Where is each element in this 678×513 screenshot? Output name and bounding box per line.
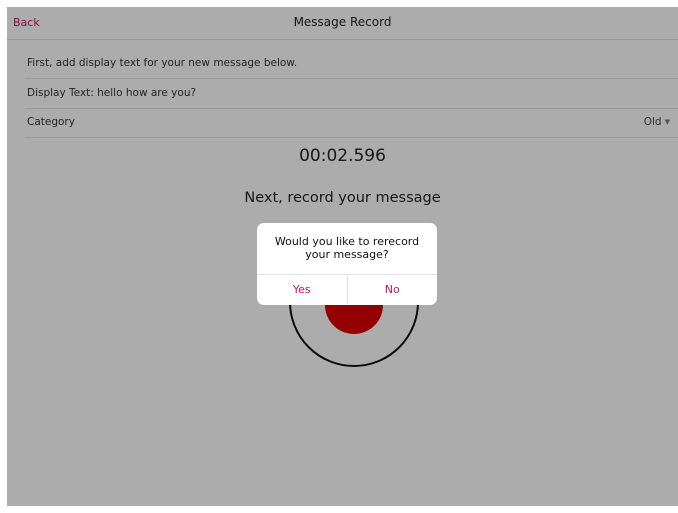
message-record-screen: Back Message Record First, add display t… (7, 7, 678, 506)
no-button[interactable]: No (348, 275, 438, 305)
dialog-message: Would you like to rerecord your message? (274, 235, 420, 261)
dialog-actions: Yes No (257, 274, 437, 305)
yes-button[interactable]: Yes (257, 275, 348, 305)
rerecord-dialog: Would you like to rerecord your message?… (257, 223, 437, 305)
